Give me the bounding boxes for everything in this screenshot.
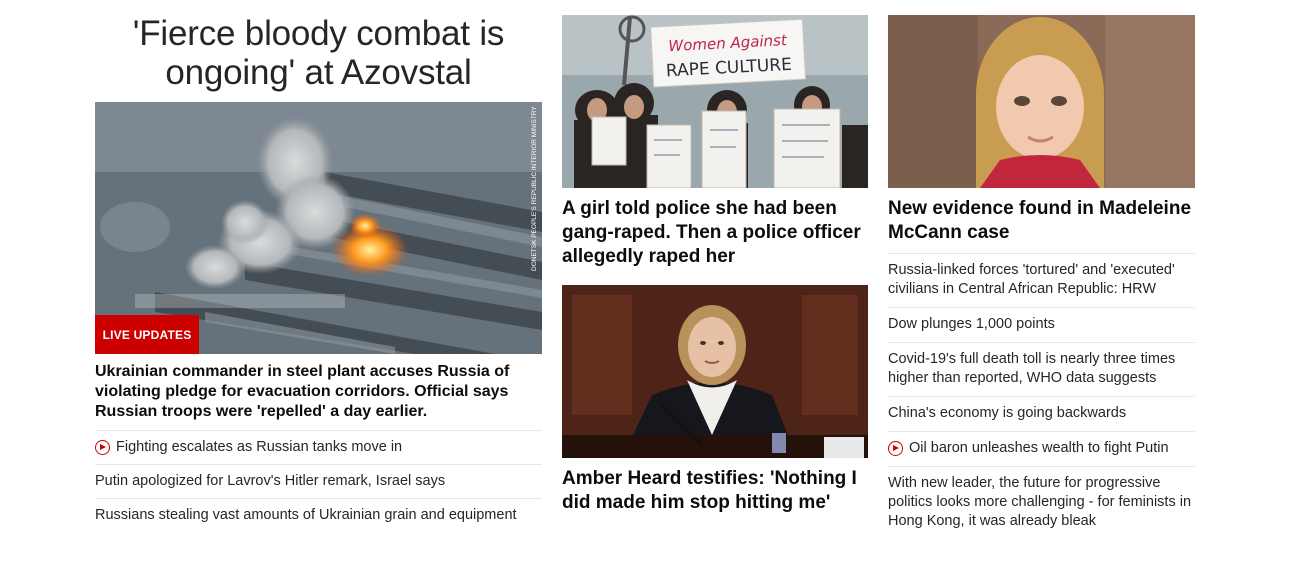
list-item[interactable]: Oil baron unleashes wealth to fight Puti… [888,431,1195,466]
story-title[interactable]: Amber Heard testifies: 'Nothing I did ma… [562,467,868,515]
link-text[interactable]: Russia-linked forces 'tortured' and 'exe… [888,261,1195,299]
list-item[interactable]: Dow plunges 1,000 points [888,307,1195,342]
courtroom-image[interactable] [562,285,868,458]
lead-story-links: Fighting escalates as Russian tanks move… [95,430,542,532]
list-item[interactable]: With new leader, the future for progress… [888,466,1195,539]
list-item[interactable]: Russia-linked forces 'tortured' and 'exe… [888,253,1195,307]
story-card-heard[interactable]: Amber Heard testifies: 'Nothing I did ma… [562,285,868,515]
link-text[interactable]: Putin apologized for Lavrov's Hitler rem… [95,472,445,491]
mccann-image[interactable] [888,15,1195,188]
lead-story-column: 'Fierce bloody combat is ongoing' at Azo… [95,14,542,532]
list-item[interactable]: Fighting escalates as Russian tanks move… [95,430,542,464]
link-text[interactable]: Covid-19's full death toll is nearly thr… [888,350,1195,388]
play-icon [888,441,903,456]
play-icon [95,440,110,455]
protest-image[interactable]: Women Against RAPE CULTURE [562,15,868,188]
story-card-protest[interactable]: Women Against RAPE CULTURE A girl told p… [562,15,868,269]
image-credit: DONETSK PEOPLE'S REPUBLIC INTERIOR MINIS… [531,106,538,271]
azovstal-image[interactable]: DONETSK PEOPLE'S REPUBLIC INTERIOR MINIS… [95,102,542,354]
link-text[interactable]: China's economy is going backwards [888,404,1126,423]
link-text[interactable]: Oil baron unleashes wealth to fight Puti… [909,439,1169,458]
news-homepage: 'Fierce bloody combat is ongoing' at Azo… [0,0,1290,561]
middle-stories-column: Women Against RAPE CULTURE A girl told p… [562,15,868,515]
link-text[interactable]: Russians stealing vast amounts of Ukrain… [95,506,517,525]
link-text[interactable]: With new leader, the future for progress… [888,474,1195,531]
live-updates-badge[interactable]: LIVE UPDATES [95,315,199,354]
story-title[interactable]: A girl told police she had been gang-rap… [562,197,868,269]
courtroom-illustration [562,285,868,458]
link-text[interactable]: Dow plunges 1,000 points [888,315,1055,334]
link-text[interactable]: Fighting escalates as Russian tanks move… [116,438,402,457]
right-links: Russia-linked forces 'tortured' and 'exe… [888,253,1195,539]
list-item[interactable]: Russians stealing vast amounts of Ukrain… [95,498,542,532]
lead-story-title[interactable]: 'Fierce bloody combat is ongoing' at Azo… [95,14,542,92]
feature-story-title[interactable]: New evidence found in Madeleine McCann c… [888,197,1195,245]
list-item[interactable]: Covid-19's full death toll is nearly thr… [888,342,1195,396]
lead-story-headline[interactable]: Ukrainian commander in steel plant accus… [95,362,542,422]
portrait-illustration [888,15,1195,188]
protest-illustration: Women Against RAPE CULTURE [562,15,868,188]
right-stories-column: New evidence found in Madeleine McCann c… [888,15,1195,539]
list-item[interactable]: Putin apologized for Lavrov's Hitler rem… [95,464,542,498]
list-item[interactable]: China's economy is going backwards [888,396,1195,431]
